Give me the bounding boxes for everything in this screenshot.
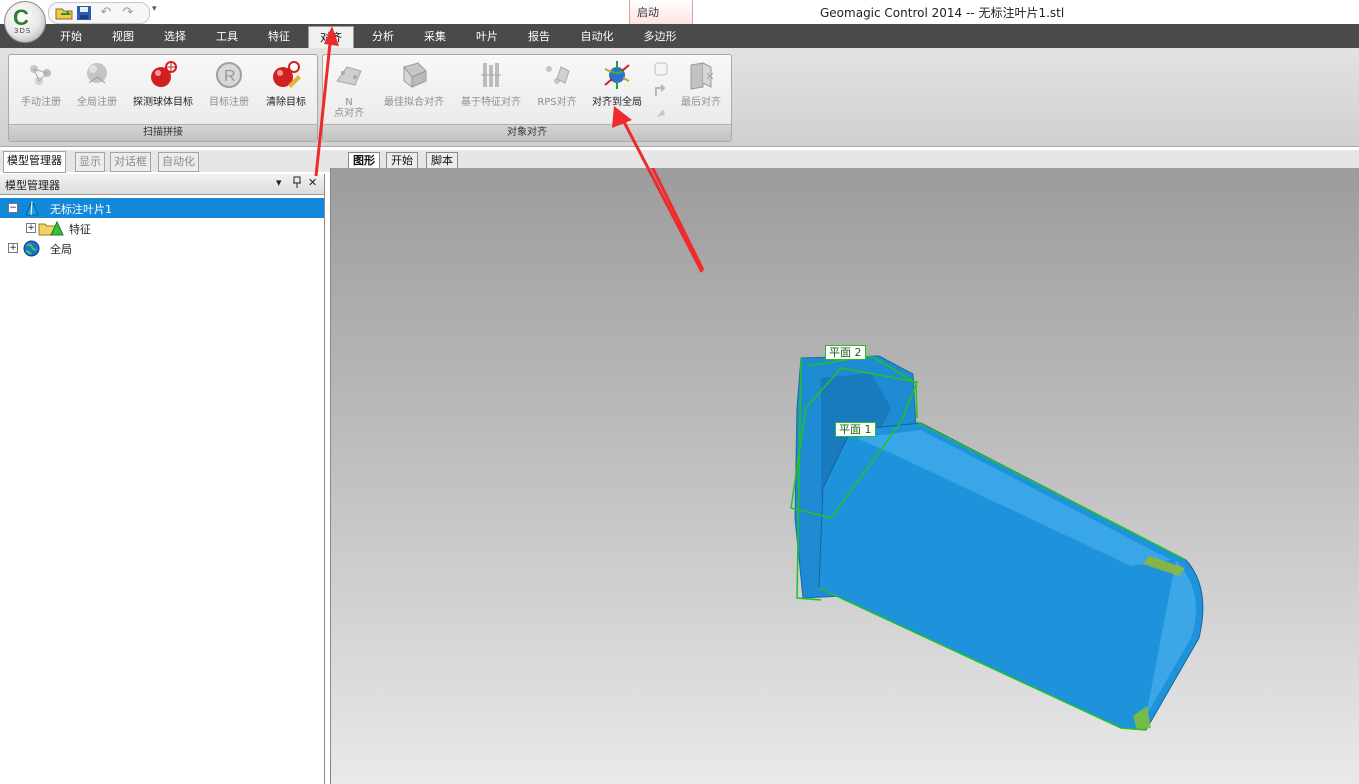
rps-align-button[interactable]: RPS对齐 [531, 59, 583, 117]
tab-polygon[interactable]: 多边形 [634, 24, 686, 48]
tab-analysis[interactable]: 分析 [362, 24, 404, 48]
save-icon[interactable] [75, 5, 93, 21]
blade-body [818, 422, 1204, 731]
plane-1-label[interactable]: 平面 1 [835, 422, 876, 437]
sphere-target-icon [147, 59, 179, 91]
tree-item-label: 无标注叶片1 [50, 203, 112, 216]
panel-tab-automation[interactable]: 自动化 [158, 152, 199, 172]
tree-item-label: 特征 [69, 223, 91, 236]
globe-icon [23, 240, 40, 260]
ribbon-group-object-alignment: N 点对齐 最佳拟合对齐 基于特征对齐 RPS对齐 对齐到全局 最后对齐 对象对… [322, 54, 732, 142]
tab-start[interactable]: 开始 [50, 24, 92, 48]
align-to-global-button[interactable]: 对齐到全局 [587, 59, 647, 117]
probe-sphere-target-button[interactable]: 探测球体目标 [127, 59, 199, 117]
global-registration-button[interactable]: 全局注册 [71, 59, 123, 117]
clear-targets-icon [270, 59, 302, 91]
tree-item-model[interactable]: − 无标注叶片1 [0, 198, 324, 218]
blade-model-view [651, 168, 1204, 731]
features-folder-icon [38, 220, 64, 239]
view-tab-script[interactable]: 脚本 [426, 152, 458, 169]
tab-tools[interactable]: 工具 [206, 24, 248, 48]
panel-tab-model-manager[interactable]: 模型管理器 [3, 151, 66, 173]
tab-align[interactable]: 对齐 [308, 26, 354, 49]
folder-open-icon[interactable] [55, 5, 73, 21]
ribbon-tab-bar: 开始 视图 选择 工具 特征 对齐 分析 采集 叶片 报告 自动化 多边形 [0, 24, 1359, 49]
ribbon-group-label-object: 对象对齐 [323, 124, 731, 141]
context-tab-group[interactable]: 启动 [629, 0, 693, 24]
redo-icon[interactable]: ↷ [119, 5, 137, 21]
undo-icon[interactable]: ↶ [97, 5, 115, 21]
tree-item-features[interactable]: + 特征 [0, 218, 324, 238]
expand-toggle[interactable]: + [8, 243, 18, 253]
ribbon: 手动注册 全局注册 探测球体目标 R 目标注册 清除目标 扫描拼接 N 点对齐 … [0, 48, 1359, 147]
context-tab-label: 启动 [637, 6, 659, 19]
app-menu-button[interactable]: C 3DS [4, 1, 46, 43]
last-align-button[interactable]: 最后对齐 [675, 59, 727, 117]
target-registration-icon: R [213, 59, 245, 91]
tab-blade[interactable]: 叶片 [466, 24, 508, 48]
mesh-model-icon [24, 199, 40, 219]
clear-targets-button[interactable]: 清除目标 [259, 59, 313, 117]
app-logo-letter: C [13, 5, 29, 30]
tree-item-global[interactable]: + 全局 [0, 238, 324, 258]
manual-registration-icon [25, 59, 57, 91]
annotation-arrows [651, 168, 705, 271]
view-tab-start[interactable]: 开始 [386, 152, 418, 169]
window-title: Geomagic Control 2014 -- 无标注叶片1.stl [820, 6, 1065, 20]
tab-capture[interactable]: 采集 [414, 24, 456, 48]
feature-based-align-icon [475, 59, 507, 91]
panel-dropdown-button[interactable]: ▾ [276, 176, 282, 189]
rps-align-icon [541, 59, 573, 91]
collapse-toggle[interactable]: − [8, 203, 18, 213]
tab-report[interactable]: 报告 [518, 24, 560, 48]
tree-item-label: 全局 [50, 243, 72, 256]
tab-automation[interactable]: 自动化 [572, 24, 622, 48]
best-fit-align-button[interactable]: 最佳拟合对齐 [379, 59, 449, 117]
ribbon-group-label-scan: 扫描拼接 [9, 124, 317, 141]
pin-icon[interactable] [292, 176, 302, 191]
ribbon-group-scan-registration: 手动注册 全局注册 探测球体目标 R 目标注册 清除目标 扫描拼接 [8, 54, 318, 142]
transform-align-icon[interactable] [653, 83, 669, 102]
model-manager-panel: 模型管理器 ▾ ✕ − 无标注叶片1 + 特征 + 全局 [0, 174, 325, 784]
last-align-icon [685, 59, 717, 91]
panel-close-button[interactable]: ✕ [308, 176, 317, 189]
app-logo-sub: 3DS [14, 27, 32, 35]
panel-title: 模型管理器 [5, 179, 60, 192]
target-registration-button[interactable]: R 目标注册 [203, 59, 255, 117]
shape-align-icon[interactable] [653, 61, 669, 80]
svg-text:R: R [224, 68, 236, 85]
qat-customize-dropdown[interactable]: ▾ [152, 4, 157, 14]
plane-2-label[interactable]: 平面 2 [825, 345, 866, 360]
tab-view[interactable]: 视图 [102, 24, 144, 48]
panel-header: 模型管理器 ▾ ✕ [0, 174, 324, 195]
move-align-icon[interactable] [653, 105, 669, 124]
tab-features[interactable]: 特征 [258, 24, 300, 48]
panel-tab-dialog[interactable]: 对话框 [110, 152, 151, 172]
n-point-align-icon [333, 59, 365, 91]
manual-registration-button[interactable]: 手动注册 [15, 59, 67, 117]
expand-toggle[interactable]: + [26, 223, 36, 233]
feature-based-align-button[interactable]: 基于特征对齐 [455, 59, 527, 117]
align-to-global-icon [601, 59, 633, 91]
arrow-to-align-global-shaft [651, 168, 705, 271]
panel-tab-strip: 模型管理器 显示 对话框 自动化 [0, 150, 330, 173]
graphics-viewport[interactable]: 平面 2 平面 1 [330, 168, 1359, 784]
view-tab-strip: 图形 开始 脚本 [330, 150, 1359, 169]
tab-select[interactable]: 选择 [154, 24, 196, 48]
n-point-align-button[interactable]: N 点对齐 [327, 59, 371, 119]
global-registration-icon [81, 59, 113, 91]
quick-access-toolbar: ↶ ↷ [48, 2, 150, 24]
small-align-tools [651, 61, 671, 121]
best-fit-align-icon [398, 59, 430, 91]
panel-tab-display[interactable]: 显示 [75, 152, 105, 172]
view-tab-graphics[interactable]: 图形 [348, 152, 380, 169]
